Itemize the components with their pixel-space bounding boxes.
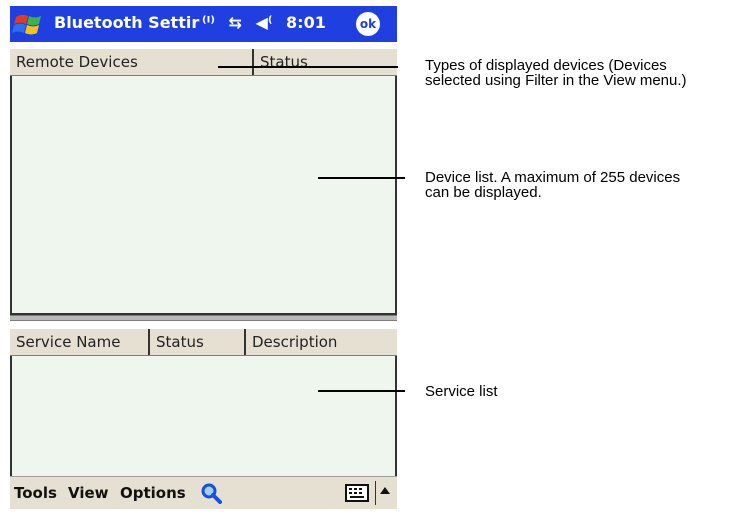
pocketpc-screen: Bluetooth Settir ⁽ᴵ⁾ ⇆ ◀⁽ 8:01 ok Remote… <box>10 6 397 509</box>
clock-time[interactable]: 8:01 <box>286 13 326 32</box>
keyboard-icon[interactable] <box>345 484 369 502</box>
callout-line-types <box>218 66 398 68</box>
speaker-icon[interactable]: ◀⁽ <box>256 13 273 32</box>
connectivity-icon[interactable]: ⇆ <box>229 13 242 32</box>
ok-button[interactable]: ok <box>356 12 380 36</box>
column-remote-devices[interactable]: Remote Devices <box>10 49 254 75</box>
device-list[interactable] <box>10 76 397 315</box>
sip-arrow-up-icon[interactable] <box>380 487 390 494</box>
callout-device-list-line1: Device list. A maximum of 255 devices <box>425 169 681 186</box>
service-list[interactable] <box>10 356 397 476</box>
antenna-icon[interactable]: ⁽ᴵ⁾ <box>202 13 215 32</box>
windows-start-icon[interactable] <box>12 11 48 37</box>
callout-line-service-list <box>318 390 405 392</box>
pane-splitter[interactable] <box>10 315 397 321</box>
title-bar: Bluetooth Settir ⁽ᴵ⁾ ⇆ ◀⁽ 8:01 ok <box>10 6 397 42</box>
callout-types-line1: Types of displayed devices (Devices <box>425 57 667 74</box>
callout-device-list: Device list. A maximum of 255 devices ca… <box>425 170 680 200</box>
column-service-status[interactable]: Status <box>150 329 246 355</box>
search-icon[interactable] <box>200 482 222 504</box>
column-status[interactable]: Status <box>254 49 397 75</box>
status-icons: ⁽ᴵ⁾ ⇆ ◀⁽ 8:01 <box>202 13 334 32</box>
callout-service-list-line1: Service list <box>425 383 498 400</box>
callout-types-line2: selected using Filter in the View menu.) <box>425 72 687 89</box>
callout-service-list: Service list <box>425 384 498 399</box>
menu-view[interactable]: View <box>68 484 109 502</box>
app-title: Bluetooth Settir <box>54 13 200 32</box>
callout-types: Types of displayed devices (Devices sele… <box>425 58 687 88</box>
menu-bar: Tools View Options <box>10 476 397 509</box>
callout-line-device-list <box>318 177 405 179</box>
menu-options[interactable]: Options <box>120 484 186 502</box>
services-header: Service Name Status Description <box>10 328 397 356</box>
column-service-name[interactable]: Service Name <box>10 329 150 355</box>
remote-devices-header: Remote Devices Status <box>10 48 397 76</box>
column-description[interactable]: Description <box>246 329 397 355</box>
sip-separator <box>375 481 376 505</box>
menu-tools[interactable]: Tools <box>14 484 57 502</box>
callout-device-list-line2: can be displayed. <box>425 184 542 201</box>
